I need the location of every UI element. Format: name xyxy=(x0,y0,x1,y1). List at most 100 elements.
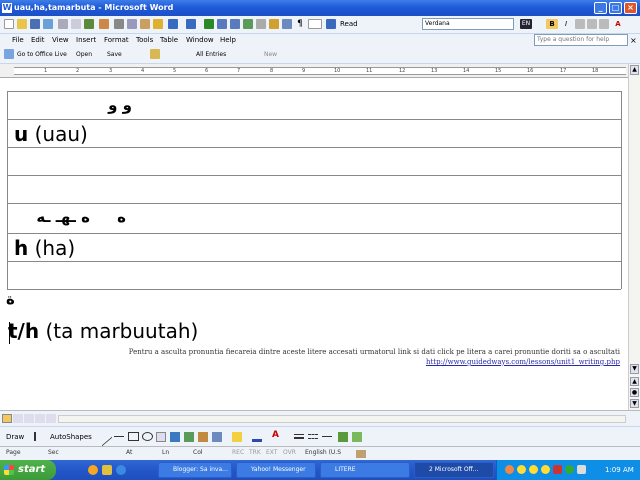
clip-art-icon[interactable] xyxy=(198,432,208,442)
print-preview-icon[interactable] xyxy=(71,19,81,29)
save-dropdown[interactable]: Save xyxy=(107,51,122,58)
new-entry-button[interactable]: New xyxy=(264,51,277,58)
reading-layout-icon[interactable] xyxy=(46,414,56,423)
insert-excel-icon[interactable] xyxy=(243,19,253,29)
vertical-scrollbar[interactable]: ▲ ▼ ▲ ● ▼ xyxy=(628,64,640,410)
shadow-style-icon[interactable] xyxy=(338,432,348,442)
menu-format[interactable]: Format xyxy=(104,36,129,44)
zoom-box[interactable] xyxy=(308,19,322,29)
task-blogger[interactable]: Blogger: Sa inva... xyxy=(158,462,232,478)
all-entries-dropdown[interactable]: All Entries xyxy=(196,51,226,58)
read-button[interactable]: Read xyxy=(340,19,372,29)
menu-table[interactable]: Table xyxy=(160,36,178,44)
tray-icon[interactable] xyxy=(565,465,574,474)
undo-icon[interactable] xyxy=(168,19,178,29)
tray-icon[interactable] xyxy=(505,465,514,474)
minimize-button[interactable]: _ xyxy=(594,2,607,14)
select-objects-icon[interactable] xyxy=(34,432,42,441)
task-litere[interactable]: LITERE xyxy=(320,462,410,478)
font-color-draw-icon[interactable]: A xyxy=(272,430,279,440)
status-ext[interactable]: EXT xyxy=(266,449,277,456)
document-area[interactable]: و و u (uau) ه ـهـ ـه ه h (ha) ة t/h (ta … xyxy=(0,78,628,400)
open-dropdown[interactable]: Open xyxy=(76,51,92,58)
status-ovr[interactable]: OVR xyxy=(283,449,296,456)
quicklaunch-ie-icon[interactable] xyxy=(116,465,126,475)
tables-borders-icon[interactable] xyxy=(217,19,227,29)
drawing-icon[interactable] xyxy=(269,19,279,29)
status-rec[interactable]: REC xyxy=(232,449,244,456)
tray-icon[interactable] xyxy=(517,465,526,474)
normal-view-icon[interactable] xyxy=(2,414,12,423)
menu-edit[interactable]: Edit xyxy=(31,36,45,44)
menu-insert[interactable]: Insert xyxy=(76,36,96,44)
help-search-input[interactable]: Type a question for help xyxy=(534,34,628,46)
font-name-box[interactable]: Verdana xyxy=(422,18,514,30)
rectangle-icon[interactable] xyxy=(128,432,139,441)
print-icon[interactable] xyxy=(58,19,68,29)
insert-table-icon[interactable] xyxy=(230,19,240,29)
web-layout-icon[interactable] xyxy=(13,414,23,423)
browse-object-icon[interactable]: ● xyxy=(630,388,639,397)
redo-icon[interactable] xyxy=(186,19,196,29)
align-left-icon[interactable] xyxy=(575,19,585,29)
print-layout-icon[interactable] xyxy=(24,414,34,423)
tray-icon[interactable] xyxy=(553,465,562,474)
next-page-icon[interactable]: ▼ xyxy=(630,399,639,408)
close-document-icon[interactable]: × xyxy=(630,36,637,45)
spelling-status-icon[interactable] xyxy=(356,450,366,458)
save-icon[interactable] xyxy=(30,19,40,29)
menu-file[interactable]: File xyxy=(12,36,24,44)
open-icon[interactable] xyxy=(17,19,27,29)
tray-icon[interactable] xyxy=(577,465,586,474)
arrow-icon[interactable] xyxy=(114,436,124,437)
cut-icon[interactable] xyxy=(114,19,124,29)
document-map-icon[interactable] xyxy=(282,19,292,29)
menu-help[interactable]: Help xyxy=(220,36,236,44)
status-language[interactable]: English (U.S xyxy=(305,449,341,456)
menu-window[interactable]: Window xyxy=(186,36,214,44)
wordart-icon[interactable] xyxy=(170,432,180,442)
columns-icon[interactable] xyxy=(256,19,266,29)
align-center-icon[interactable] xyxy=(587,19,597,29)
scroll-down-icon[interactable]: ▼ xyxy=(630,364,639,374)
arrow-style-icon[interactable] xyxy=(322,436,332,437)
dash-style-icon[interactable] xyxy=(308,434,318,439)
clock[interactable]: 1:09 AM xyxy=(605,466,634,474)
help-icon[interactable] xyxy=(326,19,336,29)
close-button[interactable]: × xyxy=(624,2,637,14)
align-right-icon[interactable] xyxy=(599,19,609,29)
paste-icon[interactable] xyxy=(140,19,150,29)
lesson-link[interactable]: http://www.guidedways.com/lessons/unit1_… xyxy=(8,358,620,366)
font-color-icon[interactable]: A xyxy=(613,19,623,29)
copy-icon[interactable] xyxy=(127,19,137,29)
tray-icon[interactable] xyxy=(541,465,550,474)
go-to-office-live-link[interactable]: Go to Office Live xyxy=(17,51,67,58)
bold-button[interactable]: B xyxy=(546,19,558,29)
format-painter-icon[interactable] xyxy=(153,19,163,29)
maximize-button[interactable]: □ xyxy=(609,2,622,14)
permission-icon[interactable] xyxy=(43,19,53,29)
hyperlink-icon[interactable] xyxy=(204,19,214,29)
line-icon[interactable] xyxy=(102,427,112,447)
italic-button[interactable]: I xyxy=(560,19,572,29)
line-style-icon[interactable] xyxy=(294,434,304,439)
language-indicator[interactable]: EN xyxy=(520,19,532,29)
autoshapes-menu[interactable]: AutoShapes xyxy=(50,433,92,441)
quicklaunch-folder-icon[interactable] xyxy=(102,465,112,475)
spelling-icon[interactable] xyxy=(84,19,94,29)
new-document-icon[interactable] xyxy=(4,19,14,29)
horizontal-scrollbar[interactable] xyxy=(58,415,626,423)
task-microsoft-office[interactable]: 2 Microsoft Off... xyxy=(414,462,494,478)
previous-page-icon[interactable]: ▲ xyxy=(630,377,639,386)
horizontal-ruler[interactable]: 1 2 3 4 5 6 7 8 9 10 11 12 13 14 15 16 17 18 xyxy=(0,64,640,78)
3d-style-icon[interactable] xyxy=(352,432,362,442)
tray-icon[interactable] xyxy=(529,465,538,474)
draw-menu[interactable]: Draw xyxy=(6,433,24,441)
diagram-icon[interactable] xyxy=(184,432,194,442)
line-color-icon[interactable] xyxy=(252,432,262,442)
scroll-up-icon[interactable]: ▲ xyxy=(630,65,639,75)
research-icon[interactable] xyxy=(99,19,109,29)
task-yahoo-messenger[interactable]: Yahoo! Messenger xyxy=(236,462,316,478)
oval-icon[interactable] xyxy=(142,432,153,441)
outline-view-icon[interactable] xyxy=(35,414,45,423)
